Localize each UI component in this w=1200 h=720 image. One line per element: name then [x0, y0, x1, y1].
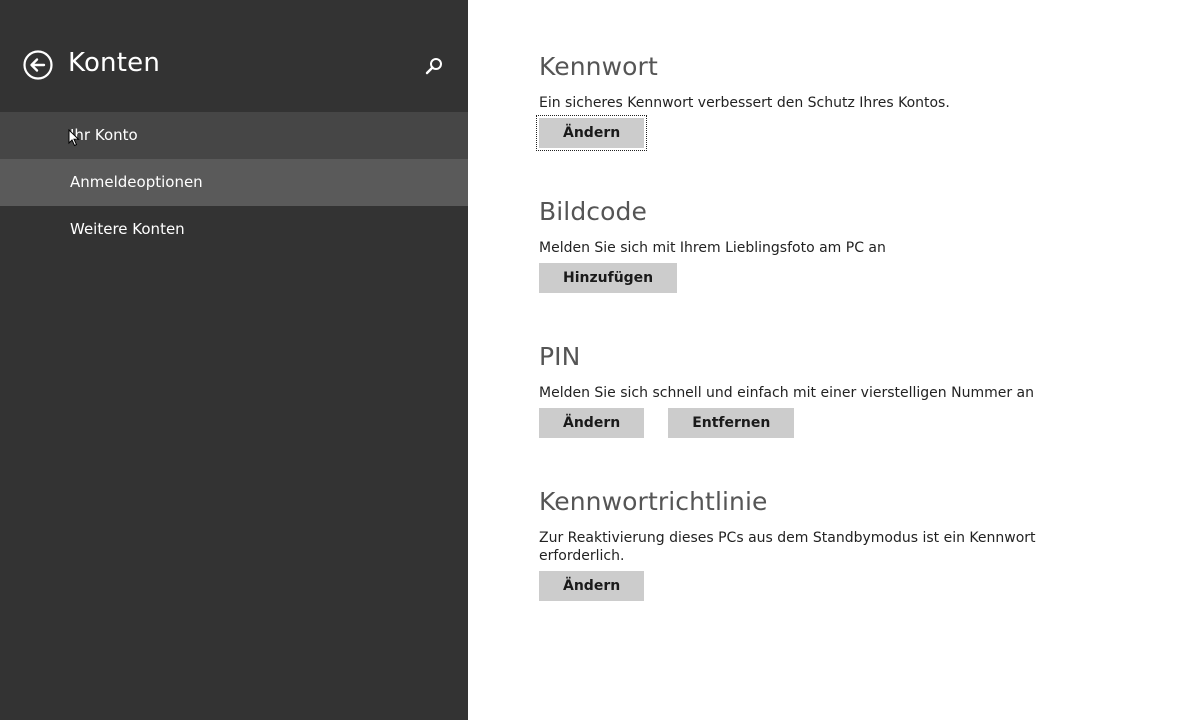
section-description: Zur Reaktivierung dieses PCs aus dem Sta…	[539, 530, 1036, 564]
remove-pin-button[interactable]: Entfernen	[668, 408, 795, 438]
section-description: Melden Sie sich schnell und einfach mit …	[539, 385, 1035, 401]
main-content: Kennwort Ein sicheres Kennwort verbesser…	[535, 0, 1179, 720]
button-row: Ändern	[535, 115, 1139, 151]
section-pin: PIN Melden Sie sich schnell und einfach …	[539, 342, 1139, 438]
sidebar-item-label: Anmeldeoptionen	[70, 173, 203, 191]
sidebar-nav: Ihr Konto Anmeldeoptionen Weitere Konten	[0, 112, 468, 253]
button-row: Hinzufügen	[539, 263, 1139, 293]
sidebar-item-label: Weitere Konten	[70, 220, 185, 238]
back-arrow-circle-icon	[23, 50, 53, 80]
back-button[interactable]	[23, 50, 53, 80]
add-picture-password-button[interactable]: Hinzufügen	[539, 263, 678, 293]
section-description: Ein sicheres Kennwort verbessert den Sch…	[539, 95, 950, 111]
section-title: Kennwort	[539, 52, 658, 81]
sidebar-item-ihr-konto[interactable]: Ihr Konto	[0, 112, 468, 159]
change-pin-button[interactable]: Ändern	[539, 408, 645, 438]
mouse-cursor-icon	[68, 129, 80, 147]
section-title: Kennwortrichtlinie	[539, 487, 768, 516]
change-password-button[interactable]: Ändern	[535, 115, 648, 151]
settings-window: Konten Ihr Konto Anmeldeoptionen Weitere	[0, 0, 1200, 720]
change-password-policy-button[interactable]: Ändern	[539, 571, 645, 601]
section-bildcode: Bildcode Melden Sie sich mit Ihrem Liebl…	[539, 197, 1139, 293]
sidebar-item-label: Ihr Konto	[70, 126, 138, 144]
search-button[interactable]	[424, 56, 444, 76]
button-row: Ändern Entfernen	[539, 408, 1139, 438]
section-description: Melden Sie sich mit Ihrem Lieblingsfoto …	[539, 240, 886, 256]
section-title: Bildcode	[539, 197, 648, 226]
sidebar: Konten Ihr Konto Anmeldeoptionen Weitere	[0, 0, 468, 720]
sidebar-item-weitere-konten[interactable]: Weitere Konten	[0, 206, 468, 253]
search-icon	[425, 58, 442, 75]
page-title: Konten	[68, 48, 161, 78]
button-row: Ändern	[539, 571, 1139, 601]
sidebar-item-anmeldeoptionen[interactable]: Anmeldeoptionen	[0, 159, 468, 206]
section-kennwort: Kennwort Ein sicheres Kennwort verbesser…	[535, 52, 1139, 151]
section-kennwortrichtlinie: Kennwortrichtlinie Zur Reaktivierung die…	[539, 487, 1139, 601]
section-title: PIN	[539, 342, 581, 371]
